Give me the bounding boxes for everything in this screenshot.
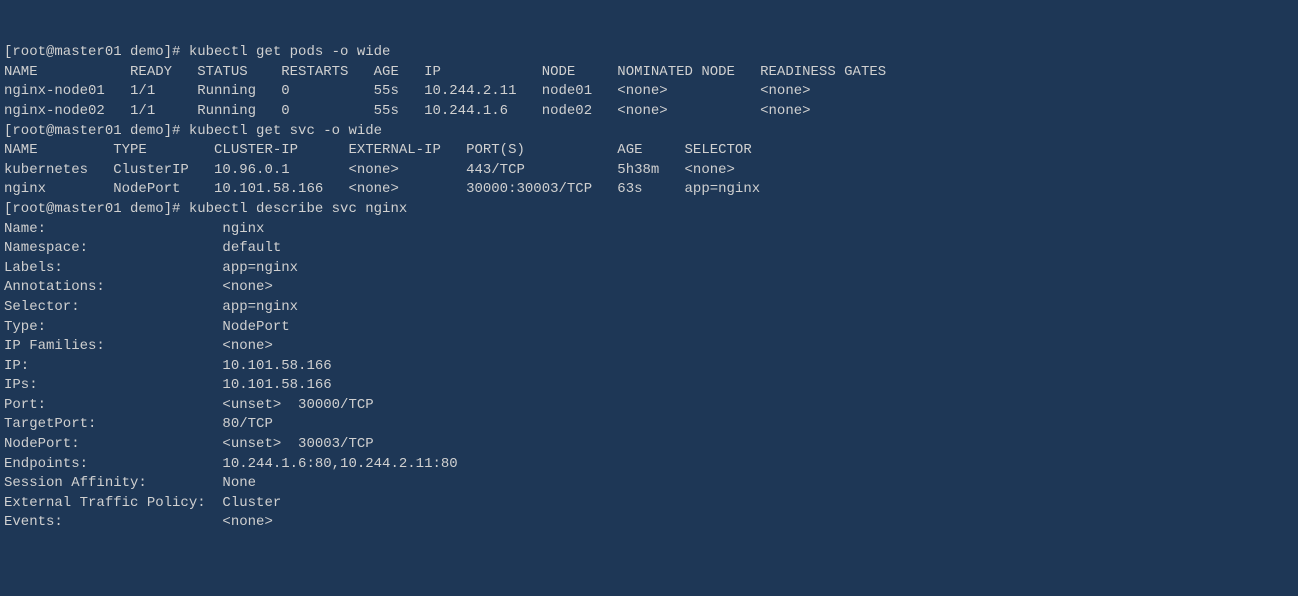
terminal-output[interactable]: [root@master01 demo]# kubectl get pods -… xyxy=(4,43,1294,533)
